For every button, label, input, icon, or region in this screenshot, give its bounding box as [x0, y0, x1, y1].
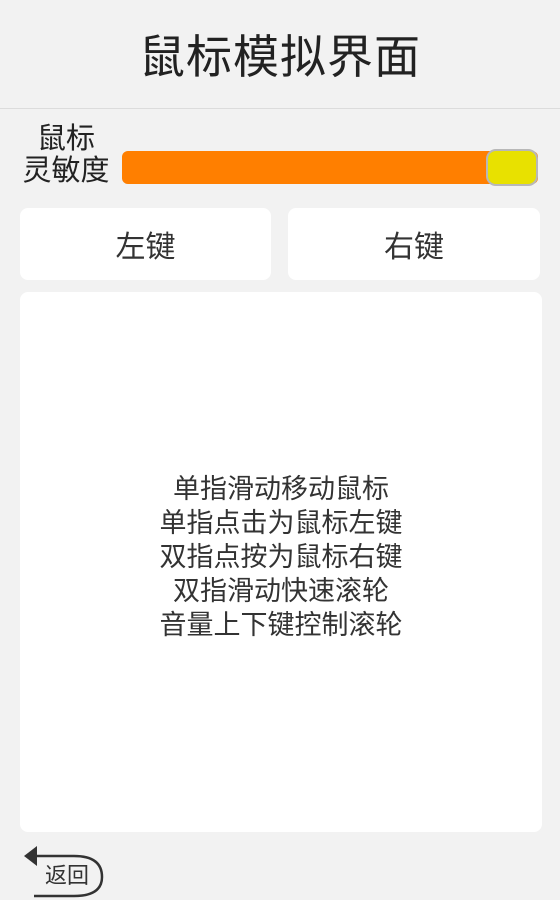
sensitivity-label-line1: 鼠标	[36, 121, 95, 155]
sensitivity-label-line2: 灵敏度	[22, 153, 110, 187]
touchpad-instructions: 单指滑动移动鼠标 单指点击为鼠标左键 双指点按为鼠标右键 双指滑动快速滚轮 音量…	[160, 473, 403, 643]
instruction-line: 双指滑动快速滚轮	[173, 576, 389, 607]
sensitivity-slider[interactable]	[122, 149, 538, 186]
sensitivity-slider-thumb[interactable]	[486, 149, 538, 186]
page-title: 鼠标模拟界面	[139, 30, 421, 84]
instruction-line: 单指滑动移动鼠标	[173, 474, 389, 505]
back-button[interactable]: 返回	[22, 844, 106, 900]
back-label: 返回	[44, 864, 89, 889]
instruction-line: 音量上下键控制滚轮	[159, 610, 403, 641]
touchpad-area[interactable]: 单指滑动移动鼠标 单指点击为鼠标左键 双指点按为鼠标右键 双指滑动快速滚轮 音量…	[20, 292, 542, 832]
instruction-line: 单指点击为鼠标左键	[159, 508, 403, 539]
right-click-button[interactable]: 右键	[288, 208, 540, 280]
sensitivity-label: 鼠标 灵敏度	[20, 122, 112, 186]
left-click-button[interactable]: 左键	[20, 208, 271, 280]
title-bar: 鼠标模拟界面	[0, 0, 560, 109]
instruction-line: 双指点按为鼠标右键	[159, 542, 403, 573]
mouse-simulator-screen: 鼠标模拟界面 鼠标 灵敏度 左键 右键 单指滑动移动鼠标 单指点击为鼠标左键 双…	[0, 0, 560, 900]
sensitivity-slider-fill	[122, 151, 538, 184]
